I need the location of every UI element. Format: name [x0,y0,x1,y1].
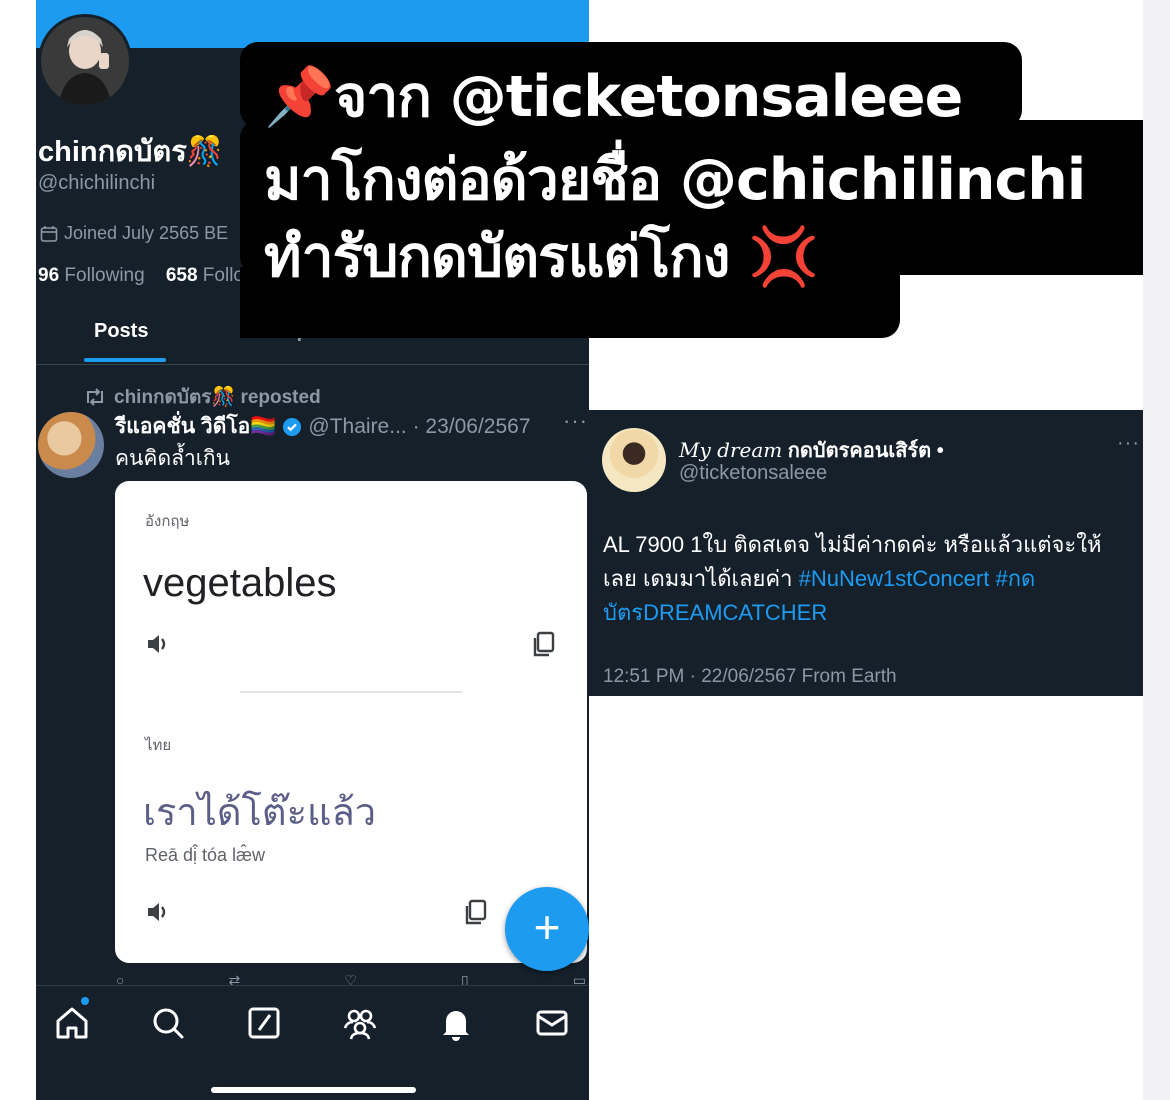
tweet-more-icon[interactable]: ··· [1117,432,1140,455]
bell-icon[interactable] [437,1004,475,1042]
compose-icon[interactable] [245,1004,283,1042]
repost-label: chinกดบัตร🎊 reposted [114,387,321,408]
speaker-icon [148,635,166,653]
home-indicator-bar [211,1087,416,1093]
source-language-label: อังกฤษ [145,513,190,530]
followers-link[interactable]: 658 Follo [166,265,244,286]
target-text: เราได้โต๊ะแล้ว [143,792,377,834]
verified-badge-icon [283,417,302,436]
copy-icon [465,899,487,925]
following-count: 96 [38,265,60,286]
caption-line-1: 📌จาก @ticketonsaleee [264,64,963,130]
tweet-author-name-rest: กดบัตรคอนเสิร์ต • [787,440,944,462]
tweet-author-avatar[interactable] [602,428,666,492]
bottom-tab-bar [36,985,589,1100]
tab-divider [36,364,589,365]
profile-display-name: chinกดบัตร🎊 [38,136,223,168]
tab-posts[interactable]: Posts [94,320,148,343]
source-text: vegetables [143,561,337,605]
copy-icon [533,631,555,657]
following-link[interactable]: 96 Following [38,265,145,286]
repost-icon [87,388,103,406]
caption-overlay: 📌จาก @ticketonsaleee มาโกงต่อด้วยชื่อ @c… [240,42,1166,338]
tweet-body: AL 7900 1ใบ ติดสเตจ ไม่มีค่ากดค่ะ หรือแล… [603,528,1133,630]
repost-indicator: chinกดบัตร🎊 reposted [84,382,321,412]
tweet-screenshot: My dream กดบัตรคอนเสิร์ต • @ticketonsale… [589,410,1143,696]
mail-icon[interactable] [533,1004,571,1042]
followers-label: Follo [202,265,244,286]
romanization-text: Reā dị̂ tóa læ̂w [145,845,266,865]
followers-count: 658 [165,265,198,286]
tweet-timestamp[interactable]: 12:51 PM · 22/06/2567 From Earth [603,666,897,688]
post-more-icon[interactable]: ··· [563,408,588,434]
card-divider [240,691,462,693]
caption-line-3: ทำรับกดบัตรแต่โกง 💢 [264,224,819,290]
joined-label: Joined July 2565 BE [64,223,229,243]
edge-strip [1143,0,1170,1100]
post-header: รีแอคชั่น วิดีโอ🏳️‍🌈 @Thaire... · 23/06/… [115,410,531,443]
follow-stats: 96 Following 658 Follo [38,265,244,287]
post-meta: @Thaire... · 23/06/2567 [308,414,531,438]
communities-icon[interactable] [341,1004,379,1042]
search-icon[interactable] [149,1004,187,1042]
hashtag-link[interactable]: #NuNew1stConcert [799,566,990,591]
target-language-label: ไทย [145,737,172,754]
profile-avatar[interactable] [38,14,132,108]
compose-fab-button[interactable]: + [505,887,589,971]
home-icon[interactable] [53,1004,91,1042]
joined-date: Joined July 2565 BE [40,223,228,244]
following-label: Following [64,265,145,286]
profile-handle: @chichilinchi [38,172,156,194]
post-text: คนคิดล้ำเกิน [115,447,230,470]
post-author-avatar[interactable] [38,412,104,478]
post-media-translation-card[interactable]: อังกฤษ vegetables ไทย เราได้โต๊ะแล้ว Reā… [115,481,587,963]
tweet-author-handle[interactable]: @ticketonsaleee [679,462,827,485]
post-author-name[interactable]: รีแอคชั่น วิดีโอ🏳️‍🌈 [115,410,276,443]
speaker-icon [148,903,166,921]
calendar-icon [40,225,58,242]
tab-active-indicator [84,358,166,362]
tweet-author-name-script: My dream [679,438,783,462]
